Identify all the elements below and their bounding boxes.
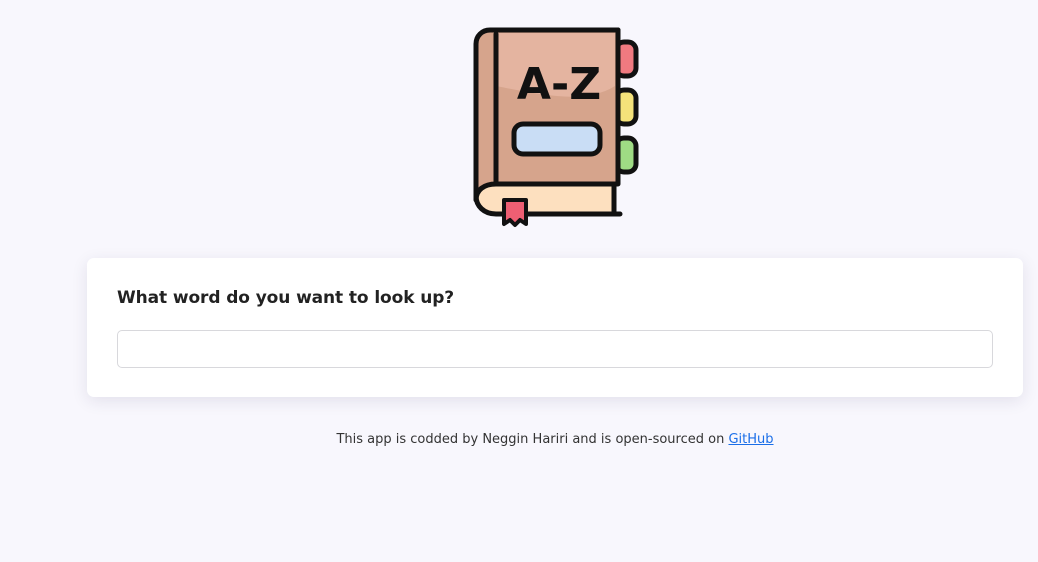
cover-text: A-Z: [517, 59, 601, 110]
page: A-Z What word do you want to look up? Th…: [0, 0, 1038, 562]
footer-text: This app is codded by Neggin Hariri and …: [336, 432, 725, 447]
dictionary-book-icon: A-Z: [473, 27, 639, 227]
footer: This app is codded by Neggin Hariri and …: [0, 432, 1038, 447]
github-link[interactable]: GitHub: [728, 432, 773, 447]
search-card: What word do you want to look up?: [87, 258, 1023, 397]
search-input[interactable]: [117, 330, 993, 368]
search-question: What word do you want to look up?: [117, 288, 455, 308]
